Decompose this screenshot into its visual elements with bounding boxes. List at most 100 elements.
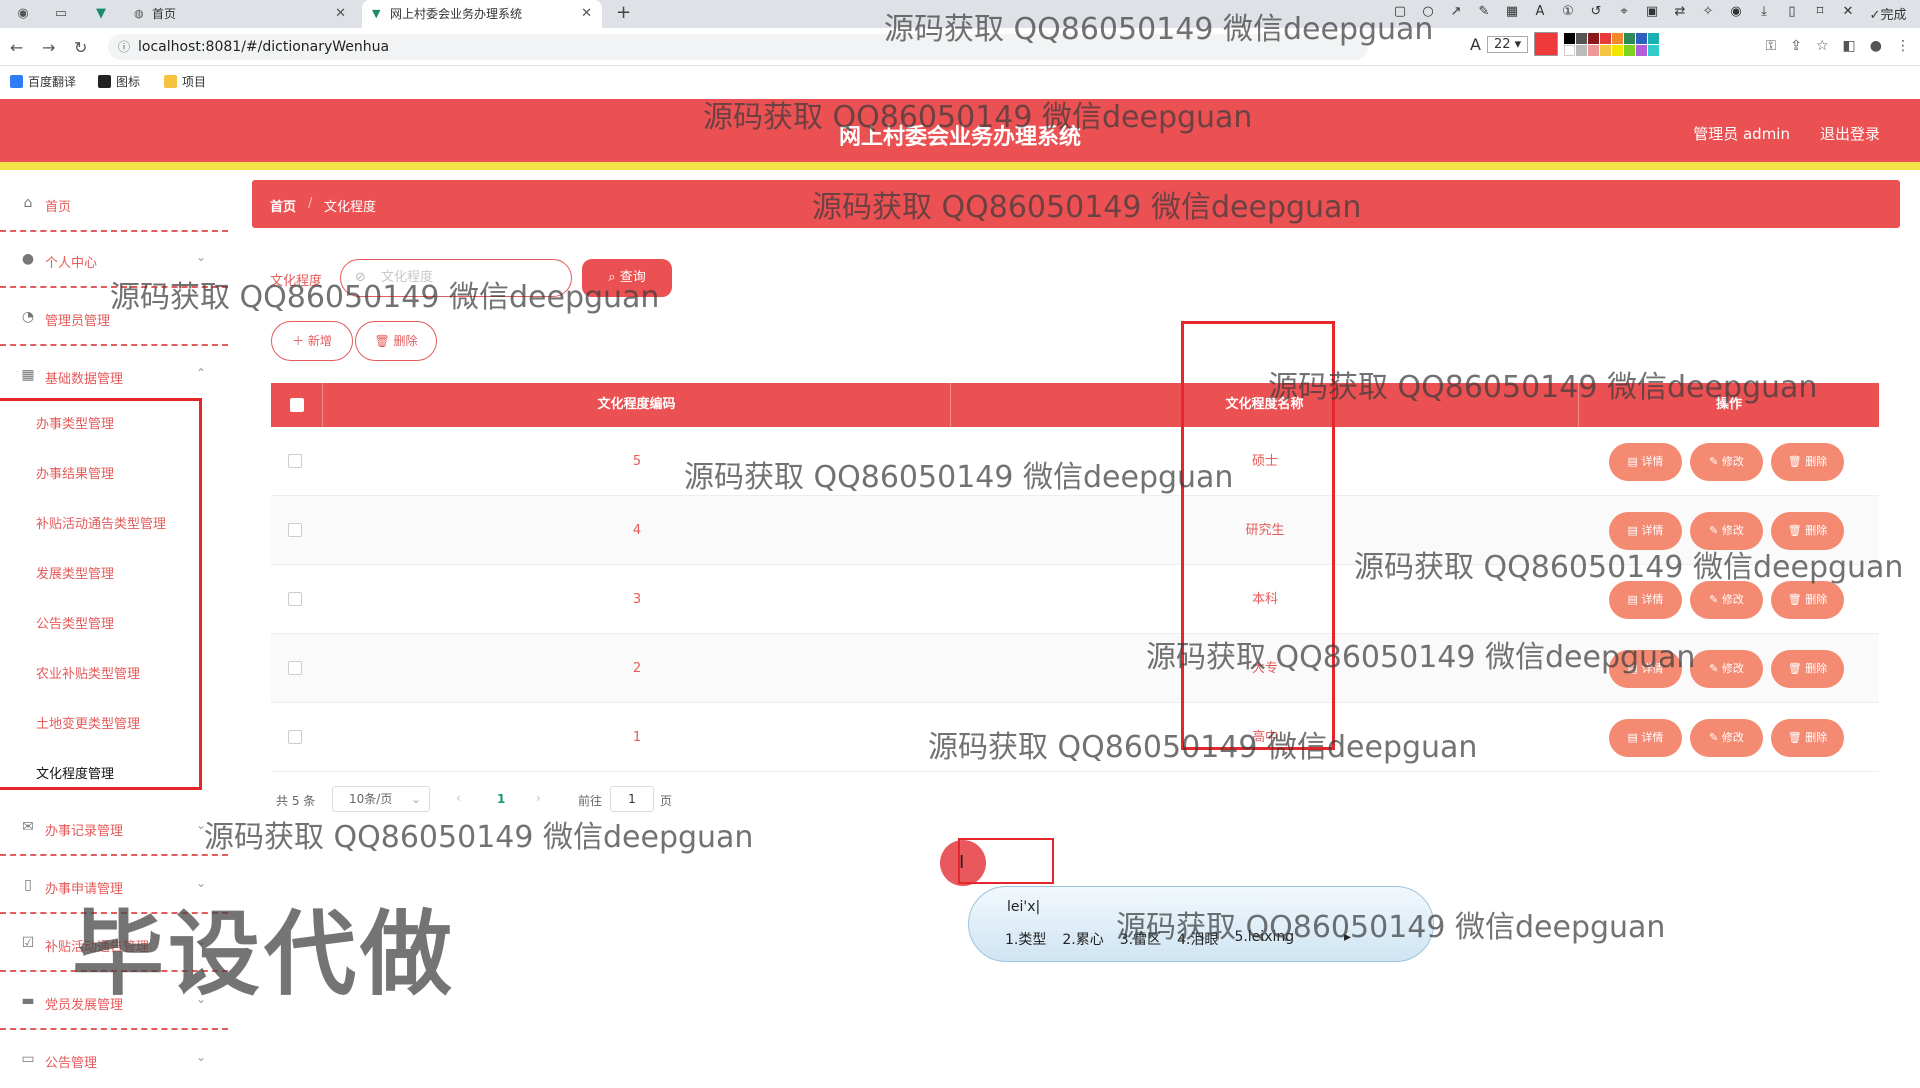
done-button[interactable]: ✓完成 (1866, 4, 1910, 23)
bookmark-icon[interactable]: ⌑ (1810, 4, 1830, 23)
edit-button[interactable]: ✎ 修改 (1690, 581, 1763, 619)
detail-button[interactable]: ▤ 详情 (1609, 581, 1682, 619)
magic-icon[interactable]: ✧ (1698, 4, 1718, 23)
watermark-text: 源码获取 QQ86050149 微信deepguan (884, 12, 1434, 47)
detail-label: 详情 (1641, 524, 1664, 537)
delete-button[interactable]: 🗑 删除 (1771, 443, 1844, 481)
sidebar-item-home[interactable]: ⌂ 首页 (0, 180, 228, 232)
page-suffix: 页 (660, 794, 673, 808)
back-icon[interactable]: ← (10, 38, 23, 57)
submenu-item[interactable]: 发展类型管理 (36, 563, 114, 582)
sidebar-toggle-icon[interactable]: ◧ (1843, 38, 1856, 54)
edit-button[interactable]: ✎ 修改 (1690, 443, 1763, 481)
edit-label: 修改 (1721, 731, 1744, 744)
arrow-tool-icon[interactable]: ↗ (1446, 4, 1466, 23)
current-color-swatch[interactable] (1534, 32, 1559, 56)
column-header-code[interactable]: 文化程度编码 (323, 383, 951, 427)
page-size-select[interactable]: 10条/页 ⌄ (332, 786, 430, 812)
submenu-item[interactable]: 办事类型管理 (36, 413, 114, 432)
more-icon[interactable]: ⋮ (1896, 38, 1910, 54)
submenu-item-active[interactable]: 文化程度管理 (36, 763, 114, 782)
delete-button[interactable]: 🗑 删除 (1771, 581, 1844, 619)
submenu-item[interactable]: 土地变更类型管理 (36, 713, 140, 732)
sidebar-item-base-data[interactable]: ▦ 基础数据管理 ⌃ (0, 352, 228, 404)
mic-icon: ▯ (24, 877, 32, 893)
logout-link[interactable]: 退出登录 (1820, 123, 1880, 144)
detail-button[interactable]: ▤ 详情 (1609, 443, 1682, 481)
bookmark-project[interactable]: 项目 (164, 73, 206, 90)
sidebar-item-notices[interactable]: ▭ 公告管理 ⌄ (0, 1036, 228, 1088)
row-checkbox[interactable] (288, 730, 302, 744)
edit-button[interactable]: ✎ 修改 (1690, 650, 1763, 688)
submenu-item[interactable]: 补贴活动通告类型管理 (36, 513, 166, 532)
icon-app-icon (98, 75, 111, 88)
current-page[interactable]: 1 (497, 792, 505, 806)
info-icon[interactable]: ⓘ (118, 34, 130, 60)
close-tab-icon[interactable]: ✕ (335, 0, 346, 28)
ocr-icon[interactable]: ▣ (1642, 4, 1662, 23)
bookmark-label: 百度翻译 (28, 75, 77, 89)
submenu-item[interactable]: 公告类型管理 (36, 613, 114, 632)
plus-icon: ＋ (292, 334, 305, 348)
breadcrumb-home[interactable]: 首页 (270, 196, 296, 215)
submenu-item[interactable]: 办事结果管理 (36, 463, 114, 482)
detail-label: 详情 (1641, 455, 1664, 468)
download-icon[interactable]: ⤓ (1754, 4, 1774, 23)
record-icon[interactable]: ◉ (1726, 4, 1746, 23)
detail-button[interactable]: ▤ 详情 (1609, 719, 1682, 757)
phone-icon[interactable]: ▯ (1782, 4, 1802, 23)
row-checkbox[interactable] (288, 661, 302, 675)
submenu-item[interactable]: 农业补贴类型管理 (36, 663, 140, 682)
goto-page-input[interactable]: 1 (610, 786, 654, 812)
font-size-select[interactable]: 22 ▾ (1486, 35, 1529, 53)
row-checkbox[interactable] (288, 454, 302, 468)
cell-code: 4 (632, 523, 642, 538)
watermark-text: 源码获取 QQ86050149 微信deepguan (1354, 550, 1904, 585)
chat-icon: ▭ (21, 1051, 35, 1067)
ime-candidate[interactable]: 2.累心 (1062, 929, 1103, 949)
cancel-icon[interactable]: ✕ (1838, 4, 1858, 23)
tab-system[interactable]: ▼ 网上村委会业务办理系统 ✕ (362, 0, 602, 28)
mosaic-tool-icon[interactable]: ▦ (1502, 4, 1522, 23)
text-tool-icon[interactable]: A (1530, 4, 1550, 23)
sidebar-item-label: 基础数据管理 (45, 372, 124, 387)
profile-icon[interactable]: ● (1870, 38, 1882, 54)
delete-button[interactable]: 🗑 删除 (1771, 719, 1844, 757)
translate-icon[interactable]: ⇄ (1670, 4, 1690, 23)
bookmark-label: 项目 (182, 75, 207, 89)
select-all-checkbox[interactable] (290, 398, 304, 412)
star-icon[interactable]: ☆ (1816, 38, 1829, 54)
vue-tab-icon[interactable]: ▼ (92, 5, 110, 23)
edit-button[interactable]: ✎ 修改 (1690, 719, 1763, 757)
row-checkbox[interactable] (288, 592, 302, 606)
pin-icon[interactable]: ⌖ (1614, 4, 1634, 23)
bookmark-baidu-translate[interactable]: 百度翻译 (10, 73, 76, 90)
number-tool-icon[interactable]: ① (1558, 4, 1578, 23)
next-page-icon[interactable]: › (536, 791, 541, 805)
close-tab-icon[interactable]: ✕ (581, 0, 592, 28)
bookmark-icons[interactable]: 图标 (98, 73, 140, 90)
key-icon[interactable]: ⚿ (1766, 38, 1777, 54)
chevron-down-icon: ⌄ (410, 792, 421, 806)
user-icon: ● (21, 251, 35, 267)
annotation-box (958, 838, 1054, 884)
undo-icon[interactable]: ↺ (1586, 4, 1606, 23)
ime-candidate[interactable]: 1.类型 (1005, 929, 1046, 949)
add-button[interactable]: ＋ 新增 (271, 321, 353, 361)
forward-icon[interactable]: → (42, 38, 55, 57)
row-checkbox[interactable] (288, 523, 302, 537)
goto-label: 前往 (578, 794, 603, 808)
sidebar-item-records[interactable]: ✉ 办事记录管理 ⌄ (0, 804, 228, 856)
browser-menu-icon[interactable]: ◉ (14, 5, 32, 23)
prev-page-icon[interactable]: ‹ (456, 791, 461, 805)
pen-tool-icon[interactable]: ✎ (1474, 4, 1494, 23)
delete-button[interactable]: 🗑 删除 (1771, 650, 1844, 688)
color-swatches[interactable] (1564, 32, 1660, 56)
done-label: 完成 (1880, 8, 1907, 23)
batch-delete-button[interactable]: 🗑 删除 (355, 321, 437, 361)
tab-group-icon[interactable]: ▭ (52, 5, 70, 23)
share-icon[interactable]: ⇪ (1790, 38, 1802, 54)
tab-home[interactable]: ◍ 首页 ✕ (124, 0, 356, 28)
reload-icon[interactable]: ↻ (74, 38, 87, 57)
new-tab-icon[interactable]: + (616, 2, 631, 23)
